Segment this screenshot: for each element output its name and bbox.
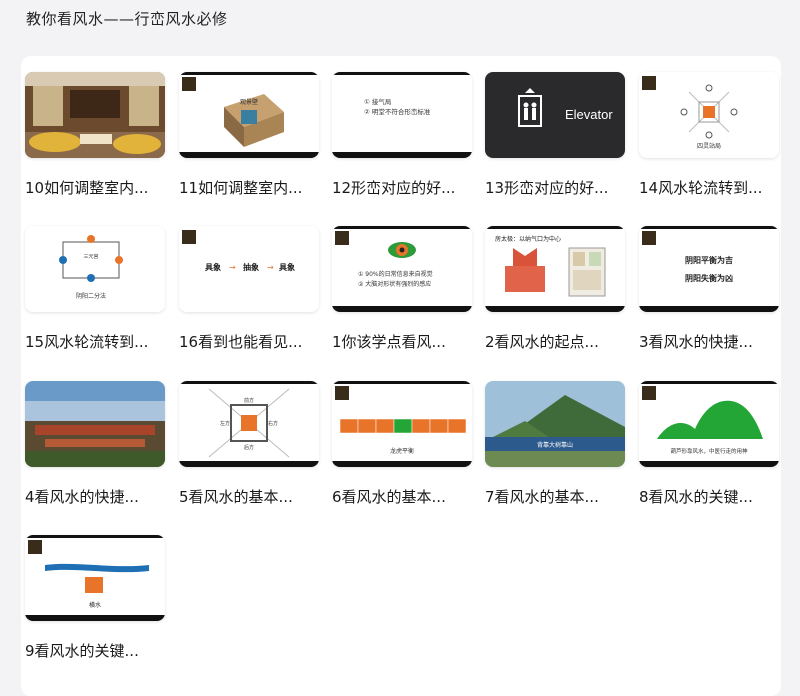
video-card[interactable]: 葫芦形靠风水，中医行走的用神 8看风水的关键...: [639, 381, 779, 507]
video-card[interactable]: 10如何调整室内...: [25, 72, 165, 198]
svg-text:具象: 具象: [205, 262, 221, 272]
svg-text:左方: 左方: [220, 420, 230, 427]
svg-text:抽象: 抽象: [243, 262, 259, 272]
svg-text:背靠大树靠山: 背靠大树靠山: [537, 441, 573, 449]
video-title[interactable]: 7看风水的基本...: [485, 486, 625, 507]
video-card[interactable]: 4看风水的快捷...: [25, 381, 165, 507]
video-thumbnail[interactable]: ① 90%的日常信息来自视觉 ② 大脑对形状有强烈的感应: [332, 226, 472, 312]
video-thumbnail[interactable]: [25, 72, 165, 158]
video-title[interactable]: 13形峦对应的好...: [485, 177, 625, 198]
svg-text:阴阳平衡为吉: 阴阳平衡为吉: [685, 255, 733, 265]
svg-text:② 大脑对形状有强烈的感应: ② 大脑对形状有强烈的感应: [358, 280, 431, 288]
svg-text:② 明堂不符合形峦标准: ② 明堂不符合形峦标准: [364, 107, 431, 116]
video-thumbnail[interactable]: 阴阳平衡为吉 阴阳失衡为凶: [639, 226, 779, 312]
video-card[interactable]: 横水 9看风水的关键...: [25, 535, 165, 661]
svg-text:前方: 前方: [244, 397, 254, 404]
svg-text:房太极：以纳气口为中心: 房太极：以纳气口为中心: [495, 235, 561, 243]
video-card[interactable]: 前方 后方 左方 右方 5看风水的基本...: [179, 381, 319, 507]
svg-text:三元宫: 三元宫: [83, 253, 98, 260]
svg-text:观景壁: 观景壁: [240, 98, 258, 106]
video-thumbnail[interactable]: Elevator: [485, 72, 625, 158]
video-card[interactable]: 具象 → 抽象 → 具象 16看到也能看见...: [179, 226, 319, 352]
svg-text:横水: 横水: [89, 601, 101, 609]
video-thumbnail[interactable]: 葫芦形靠风水，中医行走的用神: [639, 381, 779, 467]
video-card[interactable]: 阴阳平衡为吉 阴阳失衡为凶 3看风水的快捷...: [639, 226, 779, 352]
svg-text:阴阳二分法: 阴阳二分法: [76, 292, 106, 300]
video-thumbnail[interactable]: 具象 → 抽象 → 具象: [179, 226, 319, 312]
video-title[interactable]: 16看到也能看见...: [179, 331, 319, 352]
svg-text:① 90%的日常信息来自视觉: ① 90%的日常信息来自视觉: [358, 270, 433, 278]
svg-text:Elevator: Elevator: [565, 107, 613, 122]
video-thumbnail[interactable]: 横水: [25, 535, 165, 621]
video-card[interactable]: 三元宫 阴阳二分法 15风水轮流转到...: [25, 226, 165, 352]
video-grid-panel: 10如何调整室内... 观景壁 11如何调整室内... ① 接气局 ② 明堂不符…: [21, 56, 781, 696]
video-thumbnail[interactable]: 背靠大树靠山: [485, 381, 625, 467]
video-thumbnail[interactable]: [25, 381, 165, 467]
video-title[interactable]: 8看风水的关键...: [639, 486, 779, 507]
video-thumbnail[interactable]: 房太极：以纳气口为中心: [485, 226, 625, 312]
svg-text:右方: 右方: [268, 420, 278, 427]
video-thumbnail[interactable]: 四灵站局: [639, 72, 779, 158]
page-title: 教你看风水——行峦风水必修: [26, 10, 228, 28]
video-title[interactable]: 15风水轮流转到...: [25, 331, 165, 352]
video-card[interactable]: 四灵站局 14风水轮流转到...: [639, 72, 779, 198]
video-title[interactable]: 4看风水的快捷...: [25, 486, 165, 507]
video-card[interactable]: 背靠大树靠山 7看风水的基本...: [485, 381, 625, 507]
svg-text:① 接气局: ① 接气局: [364, 97, 391, 106]
video-thumbnail[interactable]: 三元宫 阴阳二分法: [25, 226, 165, 312]
video-title[interactable]: 10如何调整室内...: [25, 177, 165, 198]
svg-text:四灵站局: 四灵站局: [697, 142, 721, 150]
video-title[interactable]: 3看风水的快捷...: [639, 331, 779, 352]
video-thumbnail[interactable]: 观景壁: [179, 72, 319, 158]
svg-text:龙虎平衡: 龙虎平衡: [390, 447, 414, 455]
video-card[interactable]: ① 90%的日常信息来自视觉 ② 大脑对形状有强烈的感应 1你该学点看风...: [332, 226, 472, 352]
video-title[interactable]: 6看风水的基本...: [332, 486, 472, 507]
video-title[interactable]: 11如何调整室内...: [179, 177, 319, 198]
video-card[interactable]: ① 接气局 ② 明堂不符合形峦标准 12形峦对应的好...: [332, 72, 472, 198]
svg-text:→: →: [267, 263, 274, 272]
svg-text:→: →: [229, 263, 236, 272]
video-title[interactable]: 14风水轮流转到...: [639, 177, 779, 198]
video-title[interactable]: 9看风水的关键...: [25, 640, 165, 661]
svg-text:阴阳失衡为凶: 阴阳失衡为凶: [685, 273, 733, 283]
video-card[interactable]: 房太极：以纳气口为中心 2看风水的起点...: [485, 226, 625, 352]
video-card[interactable]: 龙虎平衡 6看风水的基本...: [332, 381, 472, 507]
video-title[interactable]: 1你该学点看风...: [332, 331, 472, 352]
video-thumbnail[interactable]: ① 接气局 ② 明堂不符合形峦标准: [332, 72, 472, 158]
video-title[interactable]: 2看风水的起点...: [485, 331, 625, 352]
video-title[interactable]: 5看风水的基本...: [179, 486, 319, 507]
svg-text:葫芦形靠风水，中医行走的用神: 葫芦形靠风水，中医行走的用神: [670, 447, 748, 455]
video-thumbnail[interactable]: 龙虎平衡: [332, 381, 472, 467]
video-card[interactable]: Elevator 13形峦对应的好...: [485, 72, 625, 198]
video-thumbnail[interactable]: 前方 后方 左方 右方: [179, 381, 319, 467]
svg-text:具象: 具象: [279, 262, 295, 272]
video-card[interactable]: 观景壁 11如何调整室内...: [179, 72, 319, 198]
svg-text:后方: 后方: [244, 444, 254, 451]
video-title[interactable]: 12形峦对应的好...: [332, 177, 472, 198]
